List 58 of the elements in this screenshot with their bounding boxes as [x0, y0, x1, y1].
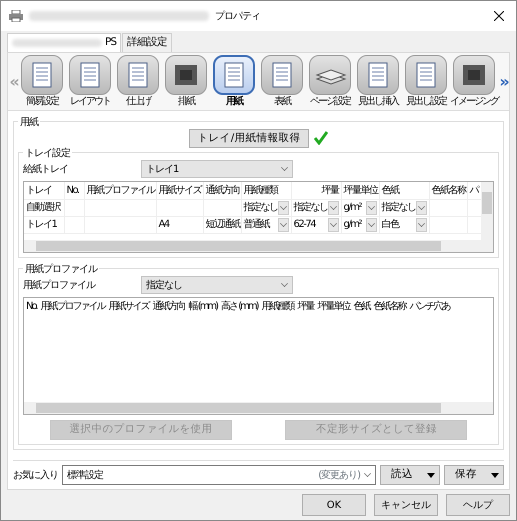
cell-dropdown[interactable]: 指定なし [244, 200, 288, 215]
printer-icon [9, 10, 23, 22]
dialog-button[interactable]: OK [302, 494, 366, 516]
close-icon [494, 11, 504, 22]
column-header: 坪量 [296, 300, 316, 314]
column-header: 通紙方向 [203, 182, 241, 200]
tray-dropdown[interactable]: トレイ1 [141, 160, 293, 178]
column-header: 用紙サイズ [156, 182, 203, 200]
column-header: 色紙名称 [429, 182, 467, 200]
cell-dropdown[interactable]: 62-74 [294, 218, 338, 232]
split-button[interactable]: 保存 [444, 465, 504, 485]
fetch-button[interactable]: トレイ/用紙情報取得 [188, 128, 310, 148]
horizontal-scrollbar[interactable] [24, 402, 493, 414]
column-header: 坪量 [291, 182, 341, 200]
column-header: 通紙方向 [152, 300, 186, 314]
cell-dropdown[interactable]: 指定なし [382, 200, 426, 215]
cell-dropdown[interactable]: g/m² [344, 200, 376, 215]
column-header: No. [25, 300, 38, 314]
column-header: 幅 (mm) [188, 300, 219, 314]
cell-dropdown[interactable]: 白色 [382, 218, 426, 232]
column-header: 色紙 [379, 182, 429, 200]
table-cell: 自動選択 [26, 202, 60, 214]
column-header: 坪量単位 [316, 300, 352, 314]
column-header: 坪量単位 [341, 182, 379, 200]
group-title: 用紙 [18, 116, 40, 129]
split-button[interactable]: 読込 [380, 465, 440, 485]
column-header: 色紙名称 [372, 300, 408, 314]
cell-dropdown[interactable]: 普通紙 [244, 218, 288, 232]
column-header: 用紙種類 [260, 300, 296, 314]
column-header: 用紙プロファイル [40, 300, 106, 314]
table-cell: 短辺通紙 [206, 219, 240, 230]
cell-dropdown[interactable]: 指定なし [294, 200, 338, 215]
horizontal-scrollbar[interactable] [24, 240, 493, 252]
column-header: 用紙種類 [241, 182, 291, 200]
tab[interactable]: PS [7, 33, 121, 52]
favorites-field[interactable]: 標準設定 (変更あり) [62, 465, 376, 485]
window-title: プロパティ [215, 10, 260, 22]
group-title: トレイ設定 [23, 147, 72, 160]
column-header: トレイ [24, 182, 64, 200]
column-header: No. [64, 182, 84, 200]
cell-dropdown[interactable]: g/m² [344, 218, 376, 232]
column-header: 色紙 [352, 300, 372, 314]
column-header: パンチ穴あ [408, 300, 452, 314]
group-title: 用紙プロファイル [23, 263, 99, 276]
next-button[interactable]: » [498, 74, 508, 90]
profile-dropdown[interactable]: 指定なし [141, 276, 293, 294]
table-cell: トレイ1 [26, 219, 56, 230]
table-cell: A4 [158, 219, 169, 230]
column-header: 高さ (mm) [220, 300, 260, 314]
field-label: お気に入り [13, 468, 58, 482]
column-header: 用紙プロファイル [84, 182, 156, 200]
field-label: 用紙プロファイル [23, 278, 96, 292]
tab[interactable]: 詳細設定 [122, 33, 172, 52]
dialog-button[interactable]: キャンセル [374, 494, 438, 516]
field-label: 給紙トレイ [23, 162, 69, 176]
dialog-button[interactable]: ヘルプ [446, 494, 510, 516]
vertical-scrollbar[interactable] [481, 182, 493, 240]
column-header: 用紙サイズ [108, 300, 150, 314]
